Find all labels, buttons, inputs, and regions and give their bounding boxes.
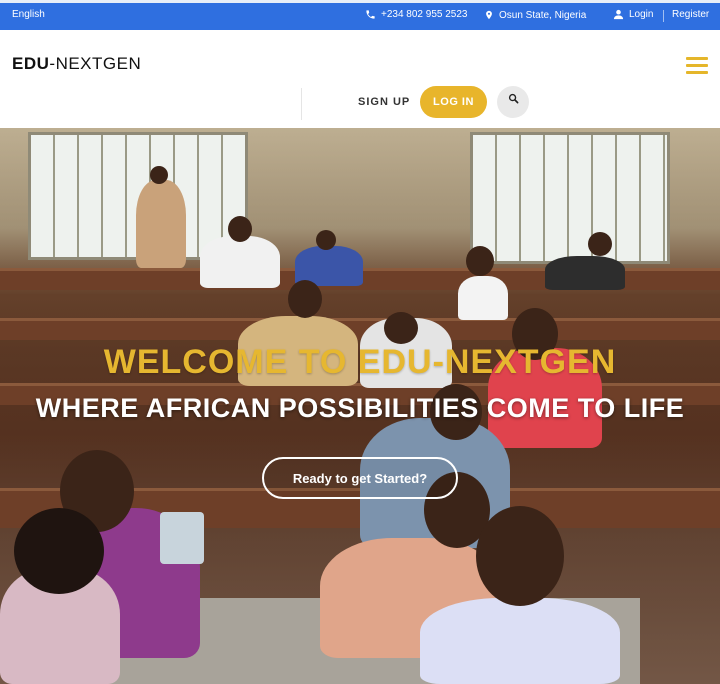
jar-object: [160, 512, 204, 564]
location-pin-icon: [486, 10, 492, 20]
logo-bold: EDU: [12, 54, 50, 73]
phone-contact[interactable]: +234 802 955 2523: [365, 9, 467, 20]
student-figure: [545, 256, 625, 290]
student-head: [228, 216, 252, 242]
login-button[interactable]: LOG IN: [420, 86, 487, 118]
search-icon: [508, 93, 518, 104]
student-figure: [200, 236, 280, 288]
student-head: [316, 230, 336, 250]
site-header: EDU-NEXTGEN SIGN UP LOG IN: [0, 30, 720, 128]
site-logo[interactable]: EDU-NEXTGEN: [12, 54, 141, 74]
location-info: Osun State, Nigeria: [484, 9, 586, 21]
location-text: Osun State, Nigeria: [499, 9, 587, 21]
phone-icon: [366, 10, 375, 19]
student-head: [14, 508, 104, 594]
signup-link[interactable]: SIGN UP: [358, 96, 410, 108]
hamburger-menu-icon[interactable]: [686, 57, 708, 74]
hero-window-right: [470, 132, 670, 264]
language-selector[interactable]: English: [12, 9, 45, 20]
student-figure: [136, 180, 186, 268]
hero-banner: WELCOME TO EDU-NEXTGEN WHERE AFRICAN POS…: [0, 128, 720, 684]
student-head: [150, 166, 168, 184]
student-head: [384, 312, 418, 344]
hero-title: WELCOME TO EDU-NEXTGEN: [103, 343, 617, 381]
header-divider: [301, 88, 302, 120]
phone-number: +234 802 955 2523: [381, 9, 468, 20]
student-head: [288, 280, 322, 318]
student-figure: [420, 598, 620, 684]
get-started-button[interactable]: Ready to get Started?: [262, 457, 458, 499]
student-figure: [458, 276, 508, 320]
topbar-login-link[interactable]: Login: [613, 9, 653, 20]
top-utility-bar: English +234 802 955 2523 Osun State, Ni…: [0, 0, 720, 30]
hero-subtitle: WHERE AFRICAN POSSIBILITIES COME TO LIFE: [35, 393, 685, 423]
user-icon: [613, 9, 624, 20]
topbar-register-link[interactable]: Register: [672, 9, 709, 20]
logo-rest: -NEXTGEN: [49, 54, 142, 73]
student-head: [476, 506, 564, 606]
search-button[interactable]: [497, 86, 529, 118]
topbar-divider: [663, 10, 664, 22]
student-head: [588, 232, 612, 256]
topbar-login-label: Login: [629, 9, 654, 20]
student-head: [466, 246, 494, 276]
hero-bench: [0, 318, 720, 340]
